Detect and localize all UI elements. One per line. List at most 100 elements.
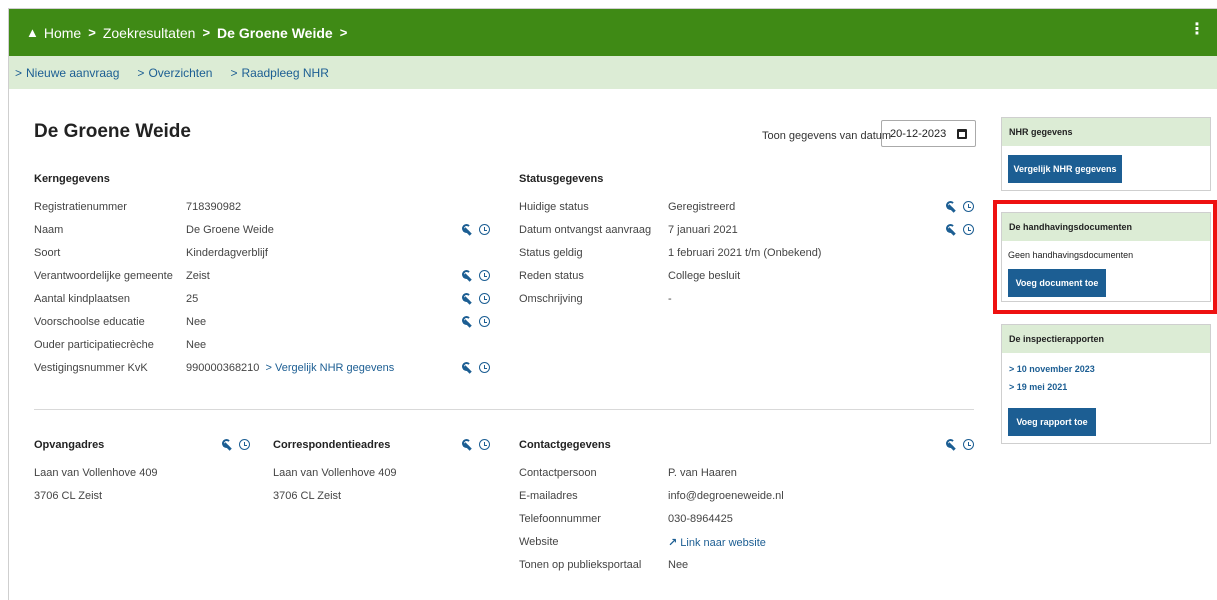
contactgegevens-heading: Contactgegevens (519, 439, 611, 451)
field-value: Geregistreerd (668, 201, 736, 213)
date-value: 20-12-2023 (890, 127, 947, 140)
chevron-right-icon[interactable]: > (340, 25, 348, 40)
field-label: Reden status (519, 270, 584, 282)
subnav-label: Raadpleeg NHR (241, 65, 329, 80)
field-actions (222, 439, 250, 450)
chevron-right-icon: > (88, 25, 96, 40)
field-actions (462, 293, 490, 304)
field-label: Status geldig (519, 247, 583, 259)
kerngegevens-heading: Kerngegevens (34, 173, 110, 185)
chevron-right-icon: > (15, 65, 23, 80)
date-label: Toon gegevens van datum (762, 130, 892, 142)
history-icon[interactable] (963, 439, 974, 450)
history-icon[interactable] (479, 439, 490, 450)
field-value: 25 (186, 293, 199, 305)
history-icon[interactable] (479, 293, 490, 304)
field-actions (946, 439, 974, 450)
calendar-icon[interactable] (957, 129, 967, 139)
wrench-icon[interactable] (462, 362, 473, 373)
breadcrumb: ▲ Home > Zoekresultaten > De Groene Weid… (9, 9, 1217, 56)
history-icon[interactable] (479, 316, 490, 327)
address-line: 3706 CL Zeist (273, 490, 342, 502)
field-label: Telefoonnummer (519, 513, 601, 525)
compare-nhr-link-label: Vergelijk NHR gegevens (275, 362, 395, 374)
field-label: Omschrijving (519, 293, 583, 305)
compare-nhr-button[interactable]: Vergelijk NHR gegevens (1008, 155, 1122, 183)
report-link[interactable]: > 19 mei 2021 (1009, 382, 1067, 392)
opvangadres-heading: Opvangadres (34, 439, 105, 451)
correspondentieadres-heading: Correspondentieadres (273, 439, 391, 451)
field-actions (462, 362, 490, 373)
history-icon[interactable] (479, 362, 490, 373)
wrench-icon[interactable] (462, 439, 473, 450)
wrench-icon[interactable] (462, 293, 473, 304)
wrench-icon[interactable] (946, 439, 957, 450)
compare-nhr-link[interactable]: > Vergelijk NHR gegevens (266, 362, 395, 374)
history-icon[interactable] (963, 201, 974, 212)
field-label: Tonen op publieksportaal (519, 559, 642, 571)
history-icon[interactable] (963, 224, 974, 235)
field-label: Vestigingsnummer KvK (34, 362, 148, 374)
website-link-label: Link naar website (680, 537, 766, 549)
kvk-number: 990000368210 (186, 362, 260, 374)
website-link[interactable]: ↗ Link naar website (668, 536, 766, 549)
wrench-icon[interactable] (946, 224, 957, 235)
page-title: De Groene Weide (34, 121, 191, 142)
home-icon[interactable]: ▲ (26, 25, 39, 40)
date-input[interactable]: 20-12-2023 (881, 120, 976, 147)
field-value: Nee (668, 559, 689, 571)
field-label: Verantwoordelijke gemeente (34, 270, 173, 282)
subnav: > Nieuwe aanvraag > Overzichten > Raadpleeg… (9, 56, 1217, 89)
history-icon[interactable] (479, 224, 490, 235)
add-report-button[interactable]: Voeg rapport toe (1008, 408, 1096, 436)
field-value: College besluit (668, 270, 741, 282)
field-label: Voorschoolse educatie (34, 316, 145, 328)
history-icon[interactable] (239, 439, 250, 450)
subnav-new-request[interactable]: > Nieuwe aanvraag (15, 66, 119, 80)
field-value: info@degroeneweide.nl (668, 490, 784, 502)
field-value: P. van Haaren (668, 467, 737, 479)
field-label: Aantal kindplaatsen (34, 293, 131, 305)
subnav-overviews[interactable]: > Overzichten (137, 66, 212, 80)
report-link[interactable]: > 10 november 2023 (1009, 364, 1095, 374)
field-value: - (668, 293, 672, 305)
wrench-icon[interactable] (462, 316, 473, 327)
field-value: De Groene Weide (186, 224, 274, 236)
field-value: Zeist (186, 270, 210, 282)
subnav-label: Overzichten (148, 65, 213, 80)
breadcrumb-home[interactable]: Home (44, 25, 81, 41)
address-line: Laan van Vollenhove 409 (273, 467, 397, 479)
field-actions (462, 224, 490, 235)
field-actions (462, 270, 490, 281)
history-icon[interactable] (479, 270, 490, 281)
address-line: Laan van Vollenhove 409 (34, 467, 158, 479)
field-actions (462, 439, 490, 450)
nhr-panel: NHR gegevens Vergelijk NHR gegevens (1001, 117, 1211, 191)
field-label: E-mailadres (519, 490, 578, 502)
inspectie-panel-title: De inspectierapporten (1002, 325, 1210, 353)
field-value: Nee (186, 339, 207, 351)
field-label: Huidige status (519, 201, 589, 213)
field-label: Soort (34, 247, 61, 259)
field-value: 030-8964425 (668, 513, 733, 525)
chevron-right-icon: > (230, 65, 238, 80)
field-value: Kinderdagverblijf (186, 247, 268, 259)
subnav-nhr[interactable]: > Raadpleeg NHR (230, 66, 328, 80)
chevron-right-icon: > (137, 65, 145, 80)
field-value: 990000368210 > Vergelijk NHR gegevens (186, 362, 394, 374)
wrench-icon[interactable] (462, 224, 473, 235)
inspectie-panel: De inspectierapporten > 10 november 2023… (1001, 324, 1211, 444)
statusgegevens-heading: Statusgegevens (519, 173, 604, 185)
field-value: 718390982 (186, 201, 242, 213)
breadcrumb-search[interactable]: Zoekresultaten (103, 25, 196, 41)
field-label: Naam (34, 224, 64, 236)
field-value: 1 februari 2021 t/m (Onbekend) (668, 247, 822, 259)
wrench-icon[interactable] (946, 201, 957, 212)
field-label: Contactpersoon (519, 467, 597, 479)
nhr-panel-title: NHR gegevens (1002, 118, 1210, 146)
wrench-icon[interactable] (222, 439, 233, 450)
wrench-icon[interactable] (462, 270, 473, 281)
field-value: 7 januari 2021 (668, 224, 738, 236)
more-menu-icon[interactable]: ⋮ (1189, 22, 1205, 38)
subnav-label: Nieuwe aanvraag (26, 65, 120, 80)
